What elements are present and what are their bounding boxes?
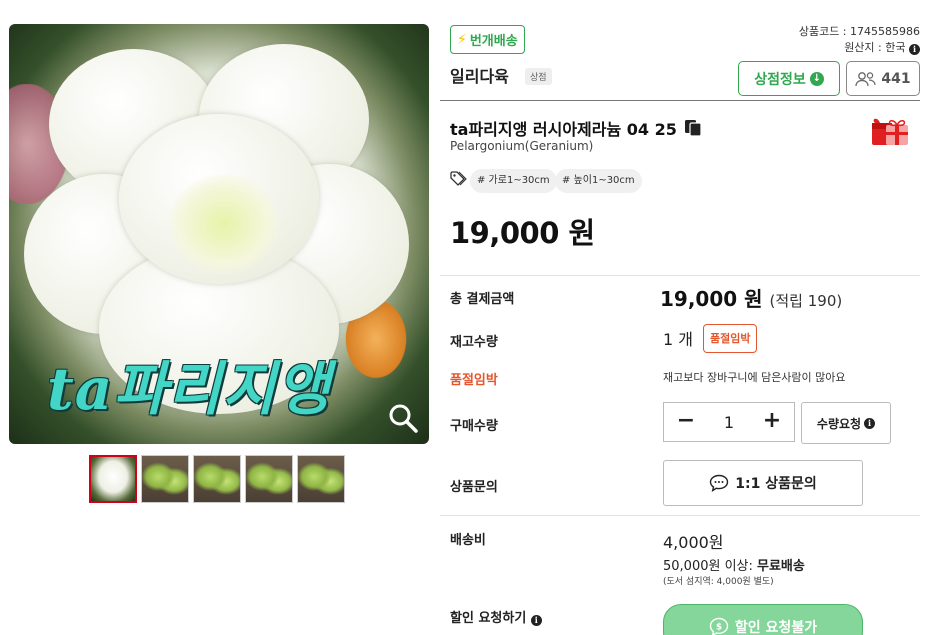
- product-subtitle: Pelargonium(Geranium): [450, 139, 594, 153]
- follow-button[interactable]: 441: [846, 61, 920, 96]
- quantity-request-button[interactable]: 수량요청 i: [801, 402, 891, 444]
- points-earned: (적립 190): [769, 292, 843, 310]
- stock-value: 1 개: [663, 330, 693, 349]
- quantity-decrease-button[interactable]: −: [664, 403, 708, 441]
- info-icon: i: [864, 417, 876, 429]
- quantity-label: 구매수량: [450, 419, 498, 434]
- shipping-fee: 4,000원: [663, 533, 724, 552]
- shipping-label: 배송비: [450, 533, 486, 548]
- thumbnail-2[interactable]: [141, 455, 189, 503]
- total-amount-row: 19,000 원 (적립 190): [660, 283, 842, 312]
- tag-icon: [450, 171, 467, 186]
- svg-text:$: $: [716, 623, 722, 633]
- soldout-soon-badge: 품절임박: [703, 324, 758, 353]
- free-shipping-threshold: 50,000원 이상:: [663, 559, 758, 574]
- discount-request-button-label: 할인 요청불가: [734, 620, 818, 635]
- shop-info-label: 상점정보: [754, 71, 806, 88]
- image-watermark-text: ta파리지앵: [47, 355, 331, 423]
- follower-count: 441: [881, 70, 911, 87]
- product-title-text: ta파리지앵 러시아제라늄 04 25: [450, 120, 677, 139]
- discount-request-row: 할인 요청하기 i: [450, 607, 542, 626]
- fast-delivery-label: 번개배송: [469, 34, 518, 49]
- thumbnail-3[interactable]: [193, 455, 241, 503]
- island-shipping-note: (도서 섬지역: 4,000원 별도): [663, 577, 774, 587]
- total-amount: 19,000 원: [660, 287, 763, 311]
- quantity-increase-button[interactable]: +: [750, 403, 794, 441]
- shop-tag: 상점: [525, 68, 552, 85]
- origin-row: 원산지 : 한국 i: [799, 40, 920, 56]
- divider: [440, 100, 920, 101]
- product-inquiry-button[interactable]: 1:1 상품문의: [663, 460, 863, 506]
- info-icon[interactable]: i: [909, 44, 920, 55]
- product-title: ta파리지앵 러시아제라늄 04 25: [450, 116, 704, 140]
- lightning-icon: ⚡: [457, 31, 467, 48]
- magnifier-icon[interactable]: [387, 402, 419, 434]
- divider: [440, 275, 920, 276]
- total-label: 총 결제금액: [450, 292, 515, 307]
- chat-bubble-icon: [710, 474, 729, 492]
- soldout-warning-text: 재고보다 장바구니에 담은사람이 많아요: [663, 371, 846, 384]
- soldout-warning-label: 품절임박: [450, 373, 498, 388]
- origin-label: 원산지 : 한국: [844, 41, 906, 54]
- divider: [440, 515, 920, 516]
- quantity-stepper: − 1 +: [663, 402, 795, 442]
- inquiry-label: 상품문의: [450, 480, 498, 495]
- stock-label: 재고수량: [450, 335, 498, 350]
- free-shipping-condition: 50,000원 이상: 무료배송: [663, 555, 805, 574]
- quantity-request-label: 수량요청: [816, 416, 862, 431]
- free-shipping-text: 무료배송: [757, 559, 805, 574]
- copy-icon[interactable]: [684, 119, 704, 137]
- thumbnail-strip: [89, 455, 345, 503]
- product-main-image[interactable]: ta파리지앵: [9, 24, 429, 444]
- dollar-chat-icon: $: [709, 617, 729, 635]
- thumbnail-1[interactable]: [89, 455, 137, 503]
- gift-icon[interactable]: [870, 113, 910, 147]
- tag-chip-width[interactable]: # 가로1~30cm: [470, 169, 557, 193]
- discount-request-label: 할인 요청하기: [450, 611, 527, 626]
- product-meta: 상품코드 : 1745585986 원산지 : 한국 i: [799, 24, 920, 56]
- arrow-down-circle-icon: ↓: [809, 71, 824, 86]
- users-icon: [855, 71, 876, 86]
- thumbnail-5[interactable]: [297, 455, 345, 503]
- tag-chip-height[interactable]: # 높이1~30cm: [555, 169, 642, 193]
- flower-center: [169, 174, 279, 274]
- product-info-panel: ⚡ 번개배송 상품코드 : 1745585986 원산지 : 한국 i 일리다육…: [440, 0, 920, 635]
- fast-delivery-badge: ⚡ 번개배송: [450, 25, 525, 54]
- discount-request-button[interactable]: $ 할인 요청불가: [663, 604, 863, 635]
- product-price: 19,000 원: [450, 216, 595, 250]
- product-code: 상품코드 : 1745585986: [798, 25, 920, 38]
- quantity-value[interactable]: 1: [708, 413, 750, 432]
- shop-name[interactable]: 일리다육: [450, 63, 509, 87]
- product-inquiry-label: 1:1 상품문의: [735, 476, 817, 492]
- thumbnail-4[interactable]: [245, 455, 293, 503]
- info-icon[interactable]: i: [530, 615, 542, 626]
- shop-info-button[interactable]: 상점정보 ↓: [738, 61, 840, 96]
